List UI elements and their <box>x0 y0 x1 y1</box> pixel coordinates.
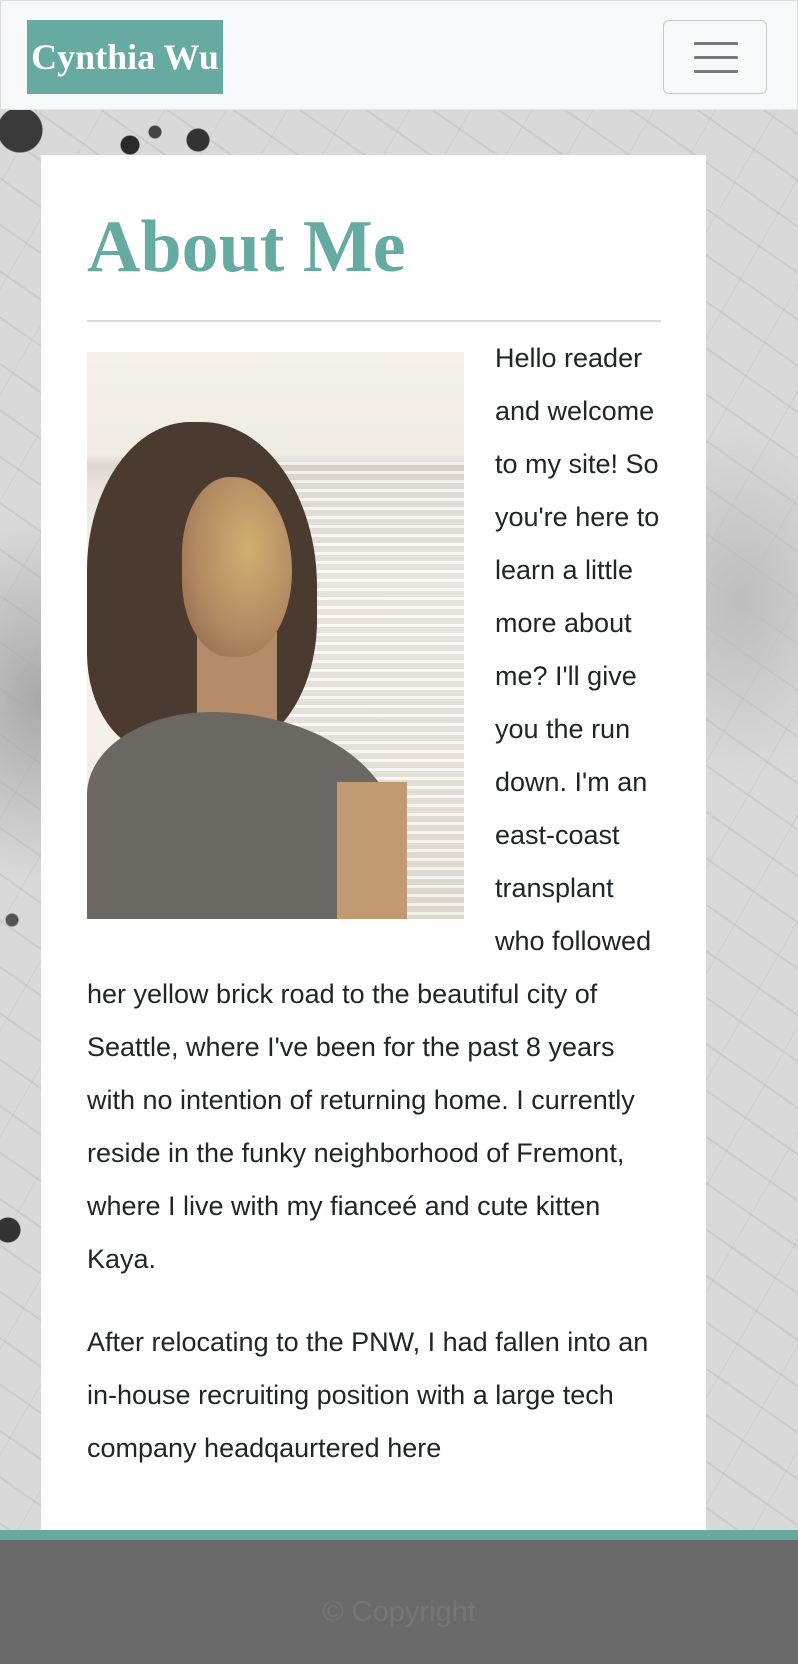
about-content: About Me Hello reader and welcome to my … <box>87 155 661 1475</box>
about-card: About Me Hello reader and welcome to my … <box>41 155 706 1535</box>
brand-logo-link[interactable]: Cynthia Wu <box>27 20 223 94</box>
page-title: About Me <box>87 206 406 288</box>
hamburger-menu-icon-bar <box>694 56 738 59</box>
hamburger-menu-icon <box>694 42 738 45</box>
navbar: Cynthia Wu <box>0 0 798 110</box>
photo-arm <box>337 782 407 919</box>
bio-paragraph-2: After relocating to the PNW, I had falle… <box>87 1327 649 1463</box>
portrait-photo <box>87 352 464 919</box>
footer: © Copyright <box>0 1530 798 1664</box>
copyright-text: © Copyright <box>322 1596 476 1628</box>
navbar-toggle-button[interactable] <box>663 20 767 94</box>
hamburger-menu-icon-bar <box>694 70 738 73</box>
